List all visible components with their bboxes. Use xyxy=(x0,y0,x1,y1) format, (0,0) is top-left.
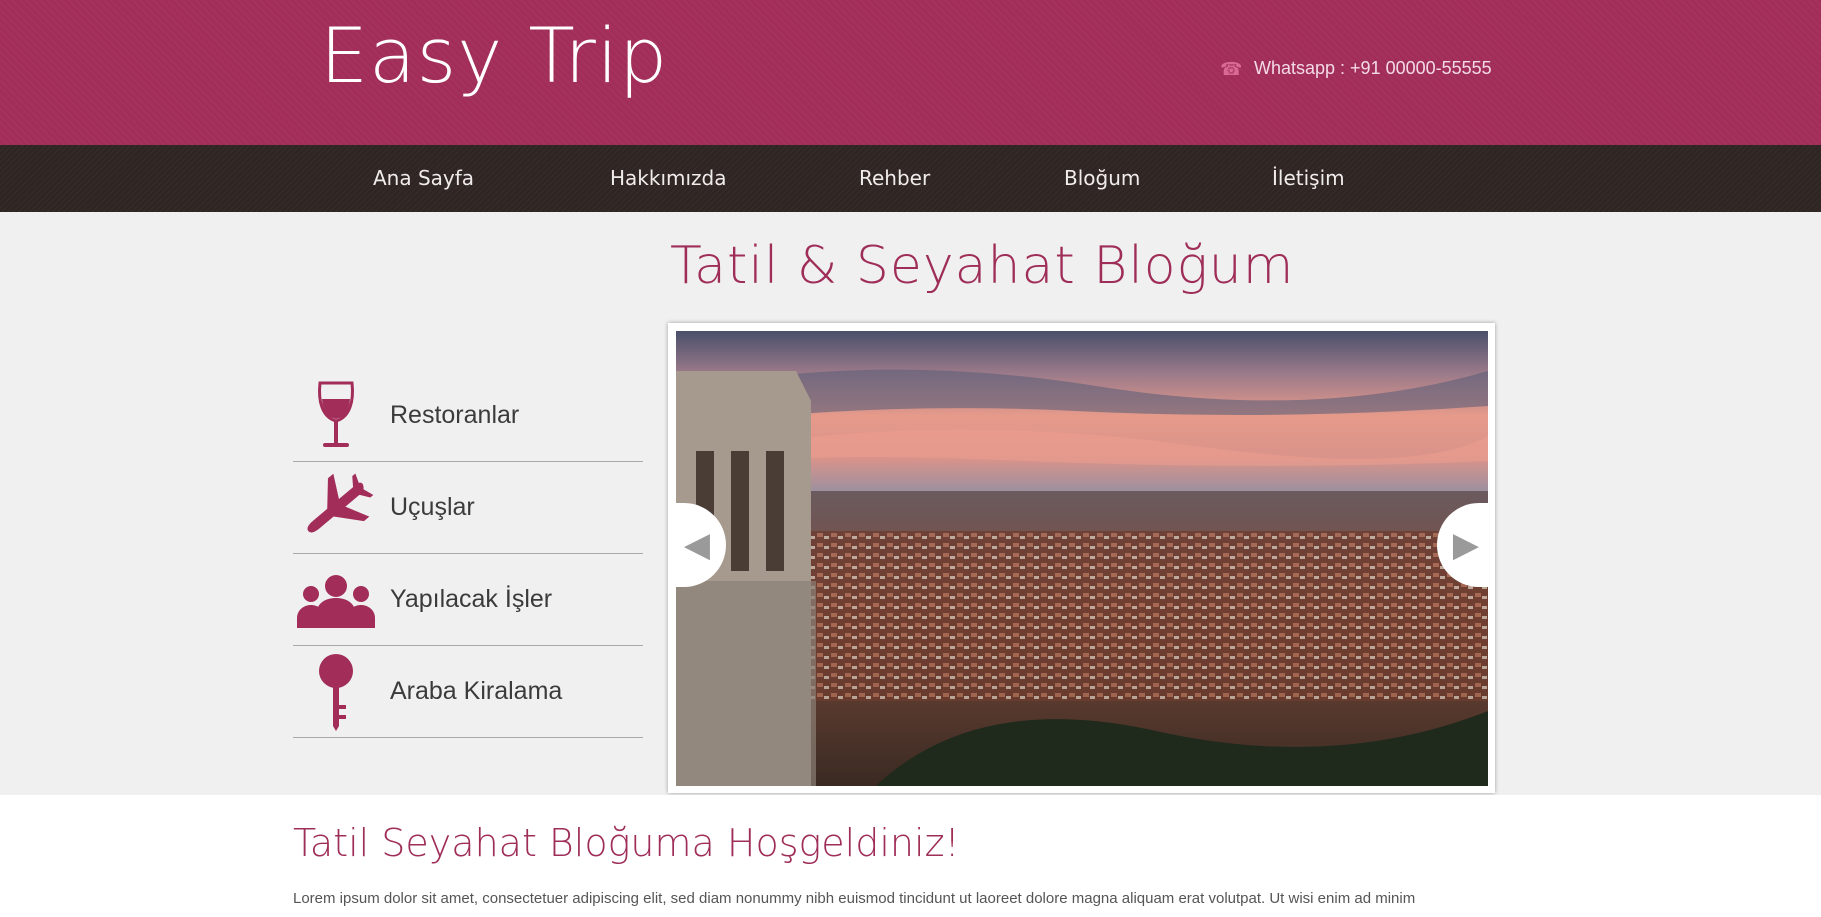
site-header: Easy Trip ☎ Whatsapp : +91 00000-55555 xyxy=(0,0,1821,145)
category-item-araba-kiralama[interactable]: Araba Kiralama xyxy=(293,646,643,738)
welcome-heading: Tatil Seyahat Bloğuma Hoşgeldiniz! xyxy=(293,821,960,865)
wine-glass-icon xyxy=(293,376,378,456)
category-item-yapilacak-isler[interactable]: Yapılacak İşler xyxy=(293,554,643,646)
category-label: Uçuşlar xyxy=(390,493,475,521)
chevron-right-icon: ▶ xyxy=(1452,526,1480,564)
whatsapp-number: Whatsapp : +91 00000-55555 xyxy=(1254,58,1492,78)
category-label: Araba Kiralama xyxy=(390,677,563,705)
nav-item-ana-sayfa[interactable]: Ana Sayfa xyxy=(373,145,474,212)
image-slider: ◀ ▶ xyxy=(668,323,1495,793)
contact-info: ☎ Whatsapp : +91 00000-55555 xyxy=(1220,58,1492,79)
welcome-text: Lorem ipsum dolor sit amet, consectetuer… xyxy=(293,890,1416,907)
slide-image xyxy=(676,331,1488,786)
key-icon xyxy=(293,652,378,732)
category-list: Restoranlar Uçuşlar Yapılacak İşler Arab… xyxy=(293,370,643,738)
people-icon xyxy=(293,560,378,640)
nav-item-hakkimizda[interactable]: Hakkımızda xyxy=(610,145,727,212)
site-logo[interactable]: Easy Trip xyxy=(320,18,668,94)
category-item-ucuslar[interactable]: Uçuşlar xyxy=(293,462,643,554)
phone-icon: ☎ xyxy=(1220,58,1243,79)
category-item-restoranlar[interactable]: Restoranlar xyxy=(293,370,643,462)
airplane-icon xyxy=(293,468,378,548)
chevron-left-icon: ◀ xyxy=(683,526,711,564)
page-title: Tatil & Seyahat Bloğum xyxy=(670,236,1295,296)
nav-item-blogum[interactable]: Bloğum xyxy=(1064,145,1140,212)
nav-item-rehber[interactable]: Rehber xyxy=(859,145,930,212)
content-section: Tatil Seyahat Bloğuma Hoşgeldiniz! Lorem… xyxy=(0,795,1821,917)
category-label: Yapılacak İşler xyxy=(390,585,553,613)
main-nav: Ana Sayfa Hakkımızda Rehber Bloğum İleti… xyxy=(0,145,1821,212)
category-label: Restoranlar xyxy=(390,401,520,429)
nav-item-iletisim[interactable]: İletişim xyxy=(1272,145,1345,212)
